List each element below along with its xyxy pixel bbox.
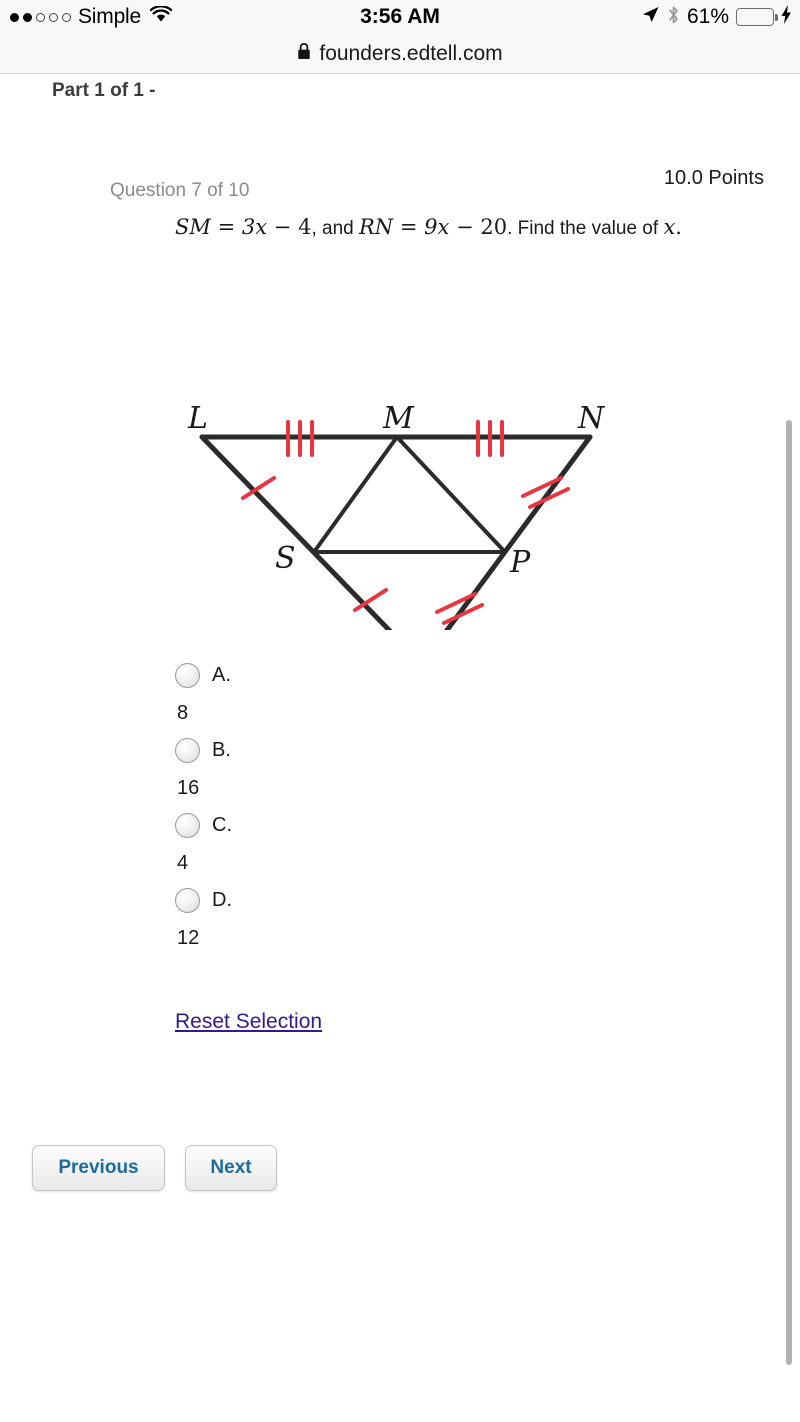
option-value-c: 4 (177, 852, 189, 874)
vertex-label-N: N (577, 401, 606, 436)
option-row[interactable]: A. 8 (175, 660, 232, 725)
battery-icon (736, 8, 778, 26)
segment-NR (419, 434, 593, 667)
question-stem: SM = 3x − 4, and RN = 9x − 20. Find the … (175, 210, 775, 246)
lock-icon (297, 42, 311, 65)
browser-url-bar[interactable]: founders.edtell.com (0, 34, 800, 74)
stem-9x: 9x (424, 215, 450, 239)
option-letter-b: B. (212, 738, 231, 761)
option-value-b: 16 (177, 777, 200, 799)
radio-option-c[interactable] (175, 812, 200, 838)
status-bar-right: 61% (641, 5, 792, 30)
option-letter-d: D. (212, 888, 232, 911)
geometry-figure: L M N S P R (0, 300, 800, 696)
vertex-label-L: L (187, 401, 208, 436)
tick-marks-PR (435, 592, 484, 625)
stem-find: . Find the value of (507, 218, 664, 239)
vertex-label-M: M (382, 401, 415, 436)
stem-period: . (675, 215, 682, 239)
part-label: Part 1 of 1 - (52, 80, 156, 101)
stem-minus2: − (456, 215, 474, 239)
option-row[interactable]: B. 16 (175, 735, 232, 800)
previous-button[interactable]: Previous (32, 1145, 165, 1191)
radio-option-b[interactable] (175, 737, 200, 763)
vertex-label-S: S (275, 541, 296, 576)
stem-x: x (663, 215, 676, 239)
stem-and: , and (311, 218, 359, 239)
answer-options: A. 8 B. 16 C. 4 D. 12 (175, 660, 232, 960)
stem-4: 4 (298, 215, 312, 239)
option-row[interactable]: C. 4 (175, 810, 232, 875)
stem-20: 20 (480, 215, 508, 239)
radio-option-d[interactable] (175, 887, 200, 913)
option-letter-c: C. (212, 813, 232, 836)
question-number: Question 7 of 10 (110, 180, 250, 201)
option-value-a: 8 (177, 702, 189, 724)
stem-3x: 3x (241, 215, 268, 239)
segment-SM (312, 435, 399, 554)
tick-marks-NP (521, 476, 570, 509)
option-letter-a: A. (212, 663, 231, 686)
url-text: founders.edtell.com (319, 41, 503, 65)
next-button[interactable]: Next (185, 1145, 277, 1191)
lightning-bolt-icon (781, 5, 792, 29)
option-row[interactable]: D. 12 (175, 885, 232, 950)
stem-eq1: = (217, 215, 236, 239)
segment-LR (199, 434, 425, 667)
status-bar: Simple 3:56 AM 61% (0, 0, 800, 34)
question-points: 10.0 Points (663, 167, 764, 189)
location-arrow-icon (641, 5, 660, 29)
stem-sm: SM (175, 215, 211, 239)
navigation-buttons: Previous Next (32, 1145, 277, 1191)
vertex-label-P: P (509, 545, 531, 580)
radio-option-a[interactable] (175, 662, 200, 688)
stem-minus1: − (273, 215, 292, 239)
option-value-d: 12 (177, 927, 200, 949)
battery-percentage: 61% (686, 5, 729, 28)
reset-selection-link[interactable]: Reset Selection (175, 1010, 322, 1034)
stem-eq2: = (399, 215, 418, 239)
page-scrollbar[interactable] (786, 420, 792, 1365)
stem-rn: RN (359, 215, 394, 239)
bluetooth-icon (667, 5, 680, 30)
